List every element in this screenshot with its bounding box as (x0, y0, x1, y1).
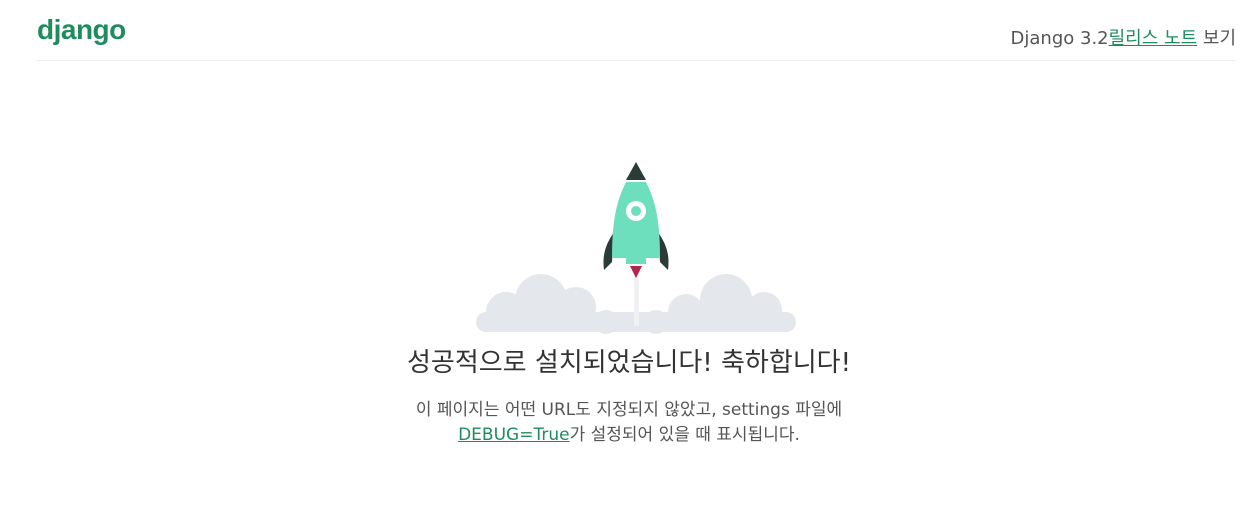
release-notes-link[interactable]: 릴리스 노트 (1109, 28, 1198, 49)
exhaust-trail (634, 274, 639, 326)
django-logo[interactable]: django (37, 14, 126, 46)
rocket-nose-icon (626, 162, 646, 180)
release-notes-line: Django 3.2릴리스 노트 보기 (1011, 24, 1236, 50)
flame-icon (630, 266, 642, 278)
debug-setting-link[interactable]: DEBUG=True (458, 425, 569, 445)
info-line-1: 이 페이지는 어떤 URL도 지정되지 않았고, settings 파일에 (415, 400, 843, 420)
release-suffix-text: 보기 (1197, 28, 1236, 49)
info-line-2: 가 설정되어 있을 때 표시됩니다. (569, 425, 800, 445)
info-message: 이 페이지는 어떤 URL도 지정되지 않았고, settings 파일에 DE… (0, 398, 1258, 448)
release-version-text: Django 3.2 (1010, 28, 1109, 49)
rocket-illustration (466, 162, 802, 334)
success-title: 성공적으로 설치되었습니다! 축하합니다! (406, 348, 851, 378)
page-header: django Django 3.2릴리스 노트 보기 (36, 0, 1236, 61)
